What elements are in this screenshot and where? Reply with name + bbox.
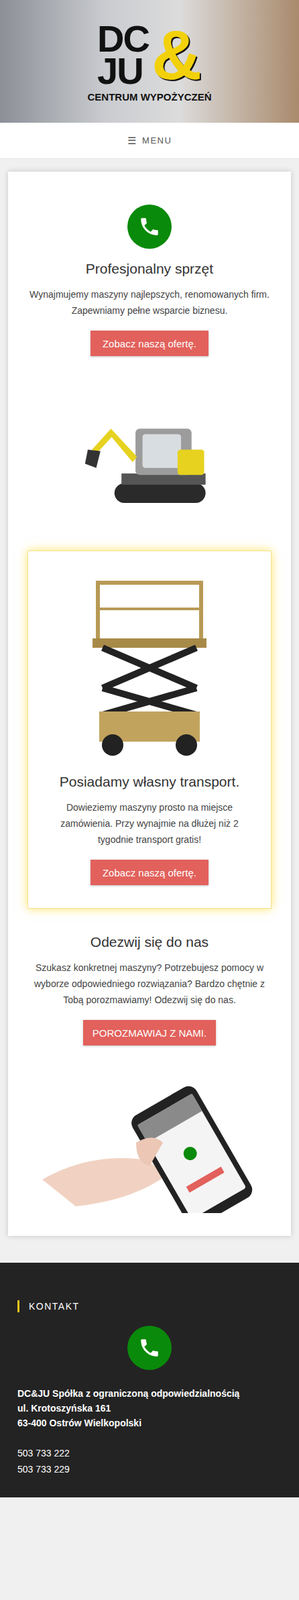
transport-card: Posiadamy własny transport. Dowieziemy ma… — [27, 550, 272, 909]
contact-text: Szukasz konkretnej maszyny? Potrzebujesz… — [28, 959, 271, 1008]
contact-title: Odezwij się do nas — [90, 933, 209, 950]
logo-bottom-text: JU — [97, 54, 149, 88]
offer-button[interactable]: Zobacz naszą ofertę. — [90, 330, 209, 356]
page: DCJU&CENTRUM WYPOŻYCZEŃ ☰ MENU Profesjonaln… — [0, 0, 299, 1498]
hero-header: DCJU&CENTRUM WYPOŻYCZEŃ — [0, 0, 299, 123]
phone-number[interactable]: 503 733 222 — [17, 1444, 282, 1461]
footer-heading: KONTAKT — [17, 1299, 282, 1312]
phone-number[interactable]: 503 733 229 — [17, 1460, 282, 1477]
street: ul. Krotoszyńska 161 — [17, 1400, 282, 1416]
logo[interactable]: DCJU&CENTRUM WYPOŻYCZEŃ — [87, 20, 212, 103]
hamburger-icon: ☰ — [127, 134, 138, 147]
excavator-image — [72, 389, 227, 524]
menu-label: MENU — [142, 135, 172, 146]
intro-title: Profesjonalny sprzęt — [85, 260, 214, 277]
phone-icon — [127, 1325, 172, 1370]
content: Profesjonalny sprzęt Wynajmujemy maszyny … — [0, 158, 299, 1263]
main-card: Profesjonalny sprzęt Wynajmujemy maszyny … — [8, 171, 291, 1236]
menu-bar: ☰ MENU — [0, 122, 299, 159]
company-name: DC&JU Spółka z ograniczoną odpowiedzialn… — [17, 1385, 282, 1401]
address: DC&JU Spółka z ograniczoną odpowiedzialn… — [17, 1385, 282, 1430]
contact-button[interactable]: POROZMAWIAJ Z NAMI. — [83, 1019, 216, 1046]
transport-text: Dowieziemy maszyny prosto na miejsce zam… — [41, 799, 258, 848]
transport-title: Posiadamy własny transport. — [59, 773, 240, 790]
footer: KONTAKT DC&JU Spółka z ograniczoną odpowi… — [0, 1262, 299, 1498]
city: 63-400 Ostrów Wielkopolski — [17, 1415, 282, 1430]
logo-top-text: DC — [97, 22, 149, 55]
phone-list: 503 733 222503 733 229 — [17, 1444, 282, 1477]
logo-ampersand: & — [151, 20, 202, 90]
scissor-lift-image — [75, 573, 224, 762]
contact-section: Odezwij się do nas Szukasz konkretnej mas… — [14, 927, 285, 1046]
intro-section: Profesjonalny sprzęt Wynajmujemy maszyny … — [14, 204, 285, 356]
logo-tagline: CENTRUM WYPOŻYCZEŃ — [87, 91, 212, 103]
intro-text: Wynajmujemy maszyny najlepszych, renomow… — [28, 286, 271, 319]
phone-icon — [127, 204, 172, 249]
offer-button[interactable]: Zobacz naszą ofertę. — [90, 859, 209, 885]
menu-button[interactable]: ☰ MENU — [123, 134, 177, 148]
phone-in-hand-image — [35, 1078, 264, 1213]
